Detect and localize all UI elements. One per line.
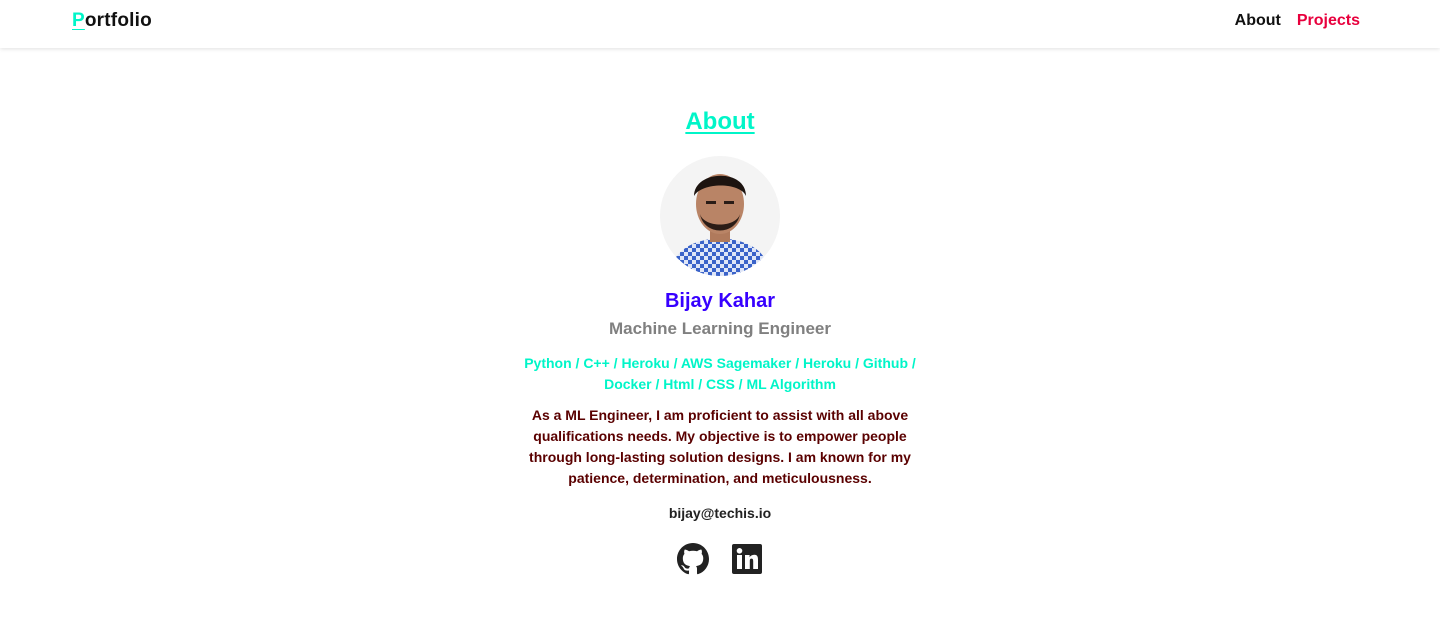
social-links (0, 543, 1440, 575)
brand-rest: ortfolio (84, 10, 152, 31)
nav-link-projects[interactable]: Projects (1297, 12, 1360, 30)
email-text: bijay@techis.io (668, 505, 772, 521)
profile-role: Machine Learning Engineer (609, 319, 831, 338)
github-icon (677, 543, 709, 575)
brand-first-letter: P (72, 10, 85, 31)
bio-text: As a ML Engineer, I am proficient to ass… (529, 407, 911, 486)
about-title: About (685, 108, 755, 135)
nav-links: About Projects (1235, 12, 1360, 30)
profile-name: Bijay Kahar (664, 290, 776, 312)
nav-link-about[interactable]: About (1235, 12, 1281, 30)
linkedin-icon (732, 544, 762, 574)
navbar: Portfolio About Projects (0, 0, 1440, 48)
skills-line-2: Docker / Html / CSS / ML Algorithm (604, 376, 836, 392)
skills-line-1: Python / C++ / Heroku / AWS Sagemaker / … (524, 355, 916, 371)
avatar (660, 156, 780, 276)
about-section: About Bijay Kahar Machine Learning Engin… (0, 108, 1440, 575)
linkedin-link[interactable] (731, 543, 763, 575)
skills-list: Python / C++ / Heroku / AWS Sagemaker / … (510, 353, 930, 395)
github-link[interactable] (677, 543, 709, 575)
brand-logo[interactable]: Portfolio (72, 10, 152, 32)
